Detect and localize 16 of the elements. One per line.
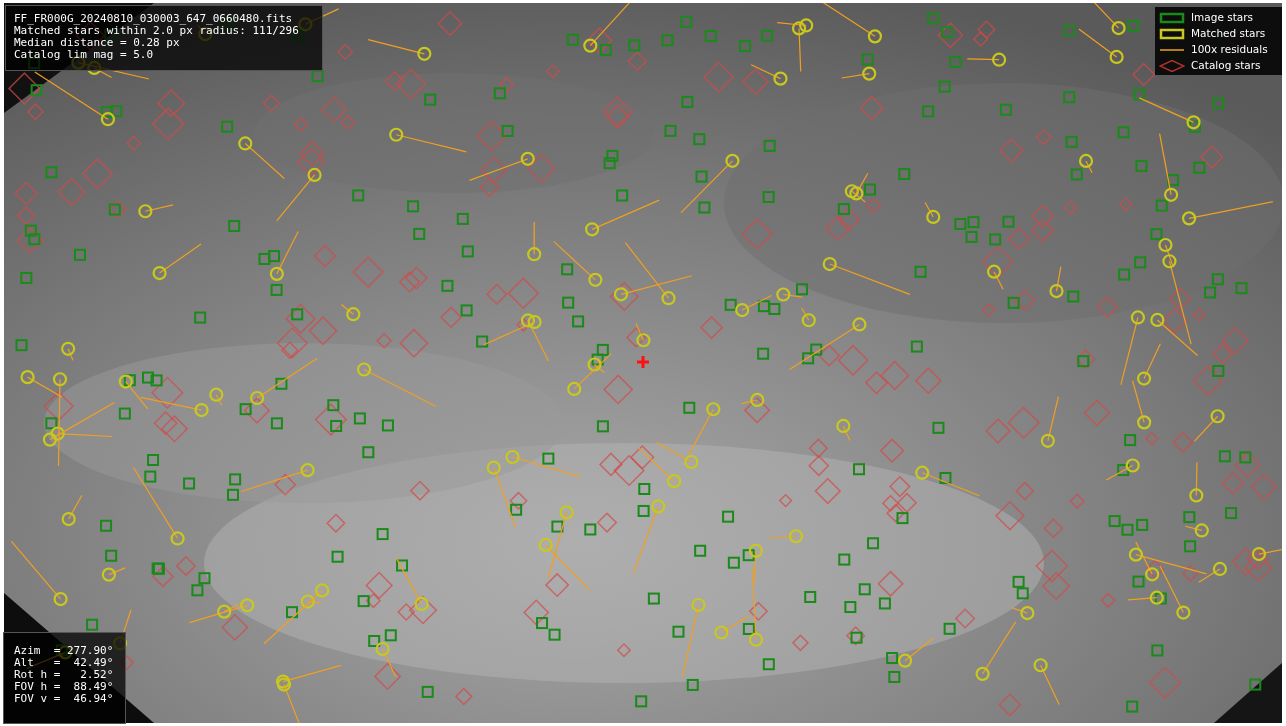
info-text: FF_FR000G_20240810_030003_647_0660480.fits — [14, 13, 294, 25]
pointing-text: FOV h = 88.49° — [14, 681, 115, 693]
outlined-rectangle-icon — [1159, 27, 1185, 40]
pointing-text: FOV v = 46.94° — [14, 693, 115, 705]
pointing-text: Azim = 277.90° — [14, 645, 115, 657]
rectangle-icon — [1159, 11, 1185, 24]
info-text: Median distance = 0.28 px — [14, 37, 181, 49]
legend-label: Image stars — [1191, 9, 1254, 25]
pointing-text: Rot h = 2.52° — [14, 669, 115, 681]
info-text: Catalog lim mag = 5.0 — [14, 49, 155, 61]
info-text: Matched stars within 2.0 px radius: 111/296 — [14, 25, 300, 37]
legend-label: Catalog stars — [1191, 57, 1261, 73]
legend-label: 100x residuals — [1191, 41, 1268, 57]
legend-label: Matched stars — [1191, 25, 1266, 41]
pointing-text: Alt = 42.49° — [14, 657, 115, 669]
diamond-icon — [1159, 59, 1185, 72]
